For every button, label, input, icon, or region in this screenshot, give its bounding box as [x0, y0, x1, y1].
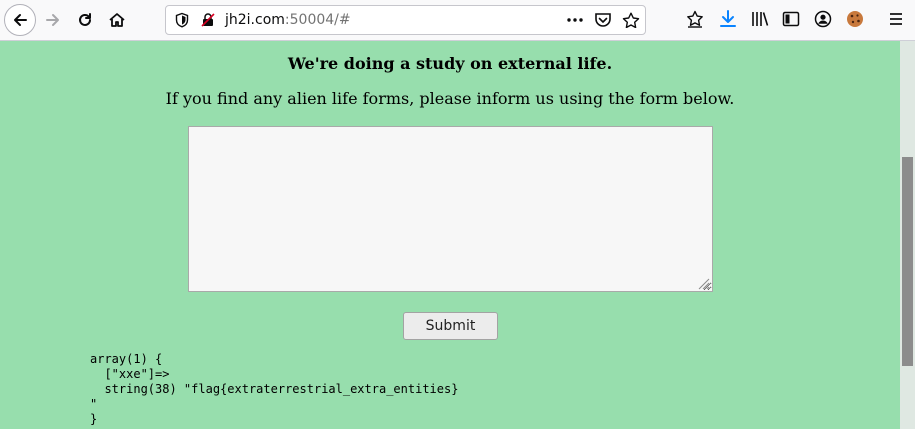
insecure-lock-icon[interactable]	[200, 12, 216, 28]
reload-button[interactable]	[70, 5, 100, 35]
pocket-icon[interactable]	[594, 12, 612, 28]
forward-button[interactable]	[38, 5, 68, 35]
home-icon	[109, 13, 125, 27]
dump-line: "	[90, 397, 98, 411]
url-bar[interactable]: jh2i.com:50004/#	[165, 5, 646, 35]
report-textarea[interactable]	[188, 126, 713, 292]
bookmark-icon[interactable]	[686, 10, 704, 28]
shield-icon[interactable]	[174, 12, 190, 28]
menu-icon[interactable]	[888, 10, 904, 28]
home-button[interactable]	[102, 5, 132, 35]
reload-icon	[79, 13, 91, 26]
cookie-icon[interactable]	[846, 10, 864, 28]
dump-line: string(38) "flag{extraterrestrial_extra_…	[90, 382, 459, 396]
scrollbar-thumb[interactable]	[902, 157, 913, 366]
resize-grip-icon[interactable]	[697, 277, 710, 290]
account-icon[interactable]	[814, 10, 832, 28]
browser-toolbar: jh2i.com:50004/#	[0, 0, 915, 41]
star-icon[interactable]	[622, 12, 640, 28]
url-text[interactable]: jh2i.com:50004/#	[225, 12, 351, 29]
var-dump-output: array(1) { ["xxe"]=> string(38) "flag{ex…	[90, 352, 458, 427]
dump-line: array(1) {	[90, 352, 163, 366]
submit-button[interactable]: Submit	[403, 312, 498, 340]
sidebar-icon[interactable]	[782, 10, 800, 28]
page-heading: We're doing a study on external life.	[287, 54, 613, 73]
url-path: :50004/#	[284, 12, 351, 28]
download-icon[interactable]	[719, 10, 737, 28]
dump-line: }	[90, 412, 98, 426]
forward-arrow-icon	[46, 14, 59, 26]
more-dots-icon[interactable]	[566, 12, 584, 28]
library-icon[interactable]	[751, 10, 769, 28]
dump-line: ["xxe"]=>	[90, 367, 170, 381]
url-host: jh2i.com	[225, 12, 285, 28]
intro-text: If you find any alien life forms, please…	[165, 89, 735, 108]
back-arrow-icon	[14, 14, 27, 26]
back-button[interactable]	[4, 4, 36, 36]
